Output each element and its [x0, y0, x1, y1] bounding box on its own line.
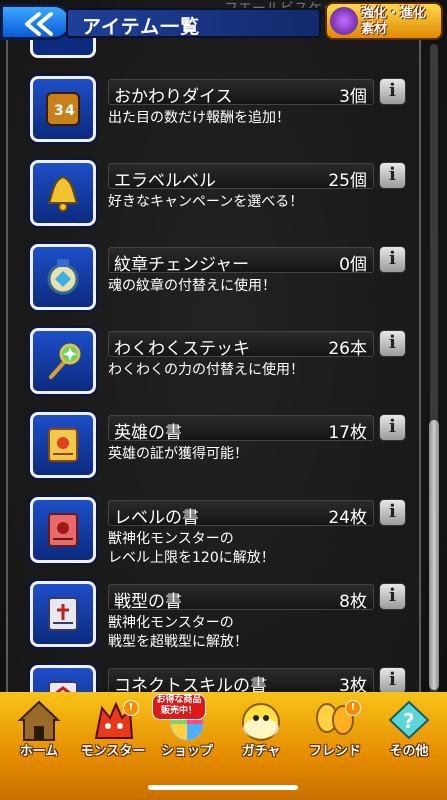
- dice-icon: 34: [30, 76, 96, 142]
- info-button[interactable]: i: [379, 583, 406, 610]
- item-count: 24枚: [328, 508, 367, 528]
- wand-icon: [30, 328, 96, 394]
- item-name-bar: わくわくステッキ 26本: [108, 331, 374, 359]
- item-count: 17枚: [328, 423, 367, 443]
- info-button[interactable]: i: [379, 78, 406, 105]
- item-name-bar: コネクトスキルの書 3枚: [108, 668, 374, 696]
- evolution-orb-icon: [330, 7, 358, 35]
- page-title: アイテム一覧: [82, 16, 201, 38]
- item-description: 好きなキャンペーンを選べる！: [108, 194, 304, 210]
- shop-sale-badge: お得な商品販売中！: [152, 694, 206, 720]
- item-name: エラベルベル: [114, 171, 216, 191]
- info-icon: i: [389, 585, 396, 606]
- nav-gacha[interactable]: ガチャ: [226, 698, 296, 768]
- evo-label-2: 進化: [400, 6, 427, 21]
- item-name: おかわりダイス: [114, 87, 233, 107]
- item-description: 出た目の数だけ報酬を追加！: [108, 110, 290, 126]
- list-item[interactable]: レベルの書 24枚 i 獣神化モンスターの レベル上限を120に解放！: [28, 497, 413, 567]
- item-description: 英雄の証が獲得可能！: [108, 446, 248, 462]
- friend-alert-badge: !: [345, 700, 361, 716]
- item-name-bar: おかわりダイス 3個: [108, 79, 374, 107]
- item-description: 獣神化モンスターの レベル上限を120に解放！: [108, 531, 275, 566]
- info-icon: i: [389, 80, 396, 101]
- back-arrow-icon: [25, 12, 53, 36]
- scroll-icon: [30, 581, 96, 647]
- svg-text:?: ?: [403, 709, 415, 733]
- info-icon: i: [389, 416, 396, 437]
- list-item[interactable]: エラベルベル 25個 i 好きなキャンペーンを選べる！: [28, 160, 413, 230]
- item-count: 0個: [339, 255, 367, 275]
- evolution-material-button[interactable]: 強化・進化 素材: [325, 2, 443, 40]
- item-count: 26本: [328, 339, 367, 359]
- list-item[interactable]: 紋章チェンジャー 0個 i 魂の紋章の付替えに使用！: [28, 244, 413, 314]
- bottom-nav: ホーム モンスター ショップ ガチャ フレンド ? その他: [0, 692, 447, 800]
- emblem-changer-icon: [30, 244, 96, 310]
- info-button[interactable]: i: [379, 330, 406, 357]
- nav-home[interactable]: ホーム: [4, 698, 74, 768]
- info-button[interactable]: i: [379, 162, 406, 189]
- item-name: 英雄の書: [114, 423, 182, 443]
- monster-alert-badge: !: [123, 700, 139, 716]
- item-name-bar: 戦型の書 8枚: [108, 584, 374, 612]
- home-icon: [17, 700, 61, 741]
- nav-label: ホーム: [19, 744, 59, 759]
- info-button[interactable]: i: [379, 246, 406, 273]
- item-count: 3個: [339, 87, 367, 107]
- info-button[interactable]: i: [379, 414, 406, 441]
- nav-label: ショップ: [160, 744, 213, 759]
- item-name-bar: レベルの書 24枚: [108, 500, 374, 528]
- svg-text:3: 3: [54, 103, 64, 119]
- item-description: わくわくの力の付替えに使用！: [108, 362, 304, 378]
- scroll-icon: [30, 497, 96, 563]
- home-indicator[interactable]: [148, 785, 298, 790]
- item-count: 25個: [328, 171, 367, 191]
- list-item[interactable]: 戦型の書 8枚 i 獣神化モンスターの 戦型を超戦型に解放！: [28, 581, 413, 651]
- item-count: 8枚: [339, 592, 367, 612]
- item-name-bar: 英雄の書 17枚: [108, 415, 374, 443]
- info-icon: i: [389, 669, 396, 690]
- nav-label: ガチャ: [241, 744, 281, 759]
- list-item[interactable]: 英雄の書 17枚 i 英雄の証が獲得可能！: [28, 412, 413, 482]
- info-icon: i: [389, 332, 396, 353]
- nav-label: モンスター: [80, 744, 146, 759]
- item-name: 紋章チェンジャー: [114, 255, 250, 275]
- info-icon: i: [389, 164, 396, 185]
- bell-icon: [30, 160, 96, 226]
- svg-text:4: 4: [65, 103, 75, 119]
- evo-label-1: 強化: [361, 6, 388, 21]
- item-name-bar: エラベルベル 25個: [108, 163, 374, 191]
- header: フエールビスケット アイテム一覧 強化・進化 素材: [0, 0, 447, 44]
- info-button[interactable]: i: [379, 499, 406, 526]
- title-bar: アイテム一覧: [66, 8, 321, 38]
- scroll-icon: [30, 412, 96, 478]
- evo-label: 強化・進化 素材: [361, 6, 427, 37]
- list-item[interactable]: 34 おかわりダイス 3個 i 出た目の数だけ報酬を追加！: [28, 76, 413, 146]
- item-name: 戦型の書: [114, 592, 182, 612]
- info-button[interactable]: i: [379, 667, 406, 694]
- item-name: レベルの書: [114, 508, 199, 528]
- list-item[interactable]: わくわくステッキ 26本 i わくわくの力の付替えに使用！: [28, 328, 413, 398]
- back-button[interactable]: [0, 4, 72, 40]
- info-icon: i: [389, 501, 396, 522]
- gacha-icon: [242, 703, 280, 741]
- item-description: 魂の紋章の付替えに使用！: [108, 278, 276, 294]
- item-description: 獣神化モンスターの 戦型を超戦型に解放！: [108, 615, 248, 650]
- nav-label: フレンド: [308, 744, 361, 759]
- item-name: わくわくステッキ: [114, 339, 250, 359]
- evo-label-3: 素材: [361, 22, 388, 37]
- nav-label: その他: [389, 744, 429, 759]
- scrollbar-thumb[interactable]: [429, 420, 439, 690]
- info-icon: i: [389, 248, 396, 269]
- item-name-bar: 紋章チェンジャー 0個: [108, 247, 374, 275]
- nav-other[interactable]: ? その他: [374, 698, 444, 768]
- other-icon: ?: [388, 700, 430, 740]
